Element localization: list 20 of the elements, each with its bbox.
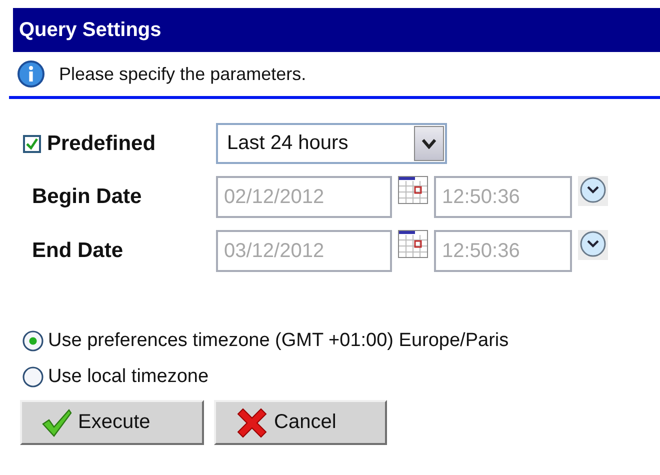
predefined-checkbox[interactable] — [23, 134, 41, 152]
clock-dropdown-icon[interactable] — [578, 176, 608, 206]
predefined-label: Predefined — [47, 132, 156, 156]
timezone-radio[interactable] — [22, 366, 44, 388]
timezone-label: Use local timezone — [48, 366, 209, 388]
clock-dropdown-icon[interactable] — [578, 230, 608, 260]
check-icon — [42, 408, 72, 436]
info-icon — [17, 60, 45, 88]
date-label: End Date — [32, 239, 124, 263]
date-label: Begin Date — [32, 185, 142, 209]
calendar-icon[interactable] — [398, 176, 428, 204]
timezone-label: Use preferences timezone (GMT +01:00) Europe/Paris — [48, 330, 509, 352]
info-text: Please specify the parameters. — [59, 64, 306, 84]
cancel-button[interactable]: Cancel — [214, 400, 387, 445]
period-dropdown[interactable]: Last 24 hours — [216, 123, 447, 164]
panel-title: Query Settings — [13, 8, 660, 52]
close-icon — [236, 408, 268, 438]
execute-button[interactable]: Execute — [20, 400, 204, 445]
calendar-icon[interactable] — [398, 230, 428, 258]
timezone-radio[interactable] — [22, 330, 44, 352]
